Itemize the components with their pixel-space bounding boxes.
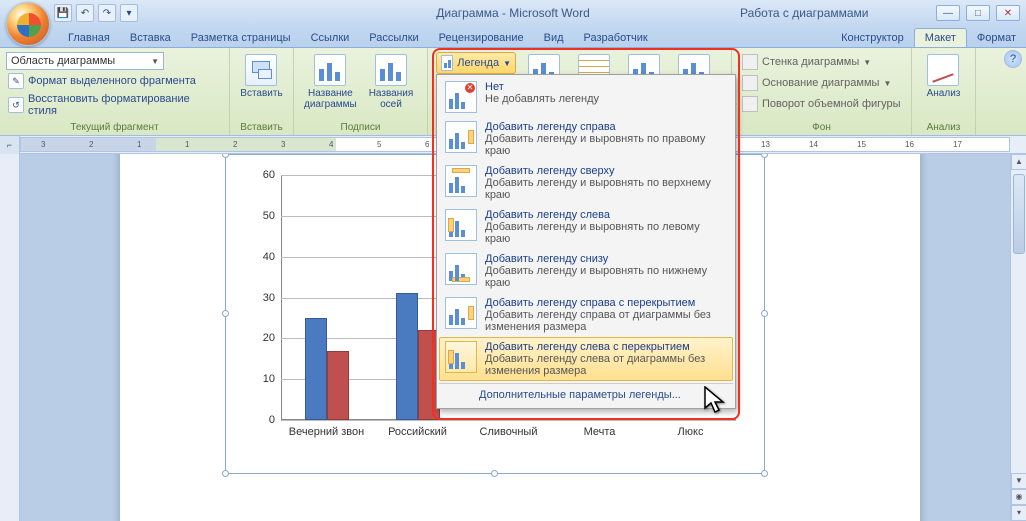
quick-access-toolbar: 💾 ↶ ↷ ▾: [54, 4, 138, 22]
x-axis-label: Люкс: [678, 426, 704, 438]
vertical-scrollbar[interactable]: ▲ ▼ ◉ ▾: [1010, 154, 1026, 521]
legend-option-top[interactable]: Добавить легенду сверхуДобавить легенду …: [439, 161, 733, 205]
bar[interactable]: [691, 418, 713, 420]
chart-element-selector[interactable]: Область диаграммы▼: [6, 52, 164, 70]
legend-icon: [441, 55, 453, 71]
close-button[interactable]: ✕: [996, 5, 1020, 21]
scroll-down-arrow[interactable]: ▼: [1011, 473, 1026, 489]
format-icon: ✎: [8, 73, 24, 89]
rotate-icon: [742, 96, 758, 112]
legend-button-label: Легенда: [457, 57, 499, 69]
bar[interactable]: [669, 418, 691, 420]
bar[interactable]: [509, 418, 531, 420]
undo-button[interactable]: ↶: [76, 4, 94, 22]
bar[interactable]: [487, 418, 509, 420]
legend-option-right-ov[interactable]: Добавить легенду справа с перекрытиемДоб…: [439, 293, 733, 337]
legend-option-none[interactable]: ✕НетНе добавлять легенду: [439, 77, 733, 117]
insert-button[interactable]: Вставить: [236, 52, 286, 101]
tab-Разработчик[interactable]: Разработчик: [574, 29, 658, 47]
prev-page-button[interactable]: ◉: [1011, 489, 1026, 505]
legend-button[interactable]: Легенда ▼: [436, 52, 516, 74]
redo-button[interactable]: ↷: [98, 4, 116, 22]
floor-icon: [742, 75, 758, 91]
group-label-background: Фон: [738, 120, 905, 135]
vertical-ruler[interactable]: [0, 154, 20, 521]
tab-Ссылки[interactable]: Ссылки: [301, 29, 360, 47]
tab-Главная[interactable]: Главная: [58, 29, 120, 47]
tab-Конструктор[interactable]: Конструктор: [831, 29, 914, 47]
bar[interactable]: [305, 318, 327, 420]
chart-floor-button[interactable]: Основание диаграммы ▼: [738, 73, 895, 93]
title-bar: 💾 ↶ ↷ ▾ Диаграмма - Microsoft Word Работ…: [0, 0, 1026, 26]
bar[interactable]: [600, 418, 622, 420]
legend-option-bottom[interactable]: Добавить легенду снизуДобавить легенду и…: [439, 249, 733, 293]
chart-title-icon: [314, 54, 346, 86]
legend-option-left[interactable]: Добавить легенду слеваДобавить легенду и…: [439, 205, 733, 249]
analysis-icon: [927, 54, 959, 86]
group-label-insert: Вставить: [236, 120, 287, 135]
insert-icon: [245, 54, 277, 86]
office-button[interactable]: [6, 2, 50, 46]
x-axis-label: Вечерний звон: [289, 426, 364, 438]
chart-title-button[interactable]: Название диаграммы: [300, 52, 361, 112]
group-label-analysis: Анализ: [918, 120, 969, 135]
window-title: Диаграмма - Microsoft Word: [300, 6, 726, 20]
save-button[interactable]: 💾: [54, 4, 72, 22]
bar[interactable]: [396, 293, 418, 420]
tab-Вид[interactable]: Вид: [534, 29, 574, 47]
help-button[interactable]: ?: [1004, 50, 1022, 68]
bar[interactable]: [578, 418, 600, 420]
next-page-button[interactable]: ▾: [1011, 505, 1026, 521]
group-label-selection: Текущий фрагмент: [6, 120, 223, 135]
format-selection-button[interactable]: ✎Формат выделенного фрагмента: [6, 72, 198, 90]
analysis-button[interactable]: Анализ: [923, 52, 965, 101]
tab-Макет[interactable]: Макет: [914, 28, 967, 47]
tab-Разметка страницы[interactable]: Разметка страницы: [181, 29, 301, 47]
reset-style-button[interactable]: ↺Восстановить форматирование стиля: [6, 92, 223, 118]
x-axis-label: Мечта: [584, 426, 616, 438]
scroll-thumb[interactable]: [1013, 174, 1025, 254]
legend-more-options[interactable]: Дополнительные параметры легенды...: [439, 383, 733, 406]
maximize-button[interactable]: □: [966, 5, 990, 21]
scroll-up-arrow[interactable]: ▲: [1011, 154, 1026, 170]
legend-dropdown-menu: ✕НетНе добавлять легендуДобавить легенду…: [436, 74, 736, 409]
x-axis-label: Российский: [388, 426, 447, 438]
context-tab-title: Работа с диаграммами: [740, 6, 869, 20]
axis-titles-button[interactable]: Названия осей: [365, 52, 418, 112]
rotate-3d-button[interactable]: Поворот объемной фигуры: [738, 94, 905, 114]
tab-Рассылки[interactable]: Рассылки: [359, 29, 428, 47]
tab-Рецензирование[interactable]: Рецензирование: [429, 29, 534, 47]
axis-titles-icon: [375, 54, 407, 86]
chart-wall-button[interactable]: Стенка диаграммы ▼: [738, 52, 875, 72]
tab-Формат[interactable]: Формат: [967, 29, 1026, 47]
ribbon-tabs: ГлавнаяВставкаРазметка страницыСсылкиРас…: [0, 26, 1026, 48]
x-axis-label: Сливочный: [480, 426, 538, 438]
tab-Вставка[interactable]: Вставка: [120, 29, 181, 47]
group-label-labels: Подписи: [300, 120, 421, 135]
minimize-button[interactable]: —: [936, 5, 960, 21]
qat-customize[interactable]: ▾: [120, 4, 138, 22]
wall-icon: [742, 54, 758, 70]
bar[interactable]: [327, 351, 349, 420]
ruler-corner[interactable]: ⌐: [0, 136, 20, 154]
legend-option-right[interactable]: Добавить легенду справаДобавить легенду …: [439, 117, 733, 161]
legend-option-left-ov[interactable]: Добавить легенду слева с перекрытиемДоба…: [439, 337, 733, 381]
reset-icon: ↺: [8, 97, 24, 113]
